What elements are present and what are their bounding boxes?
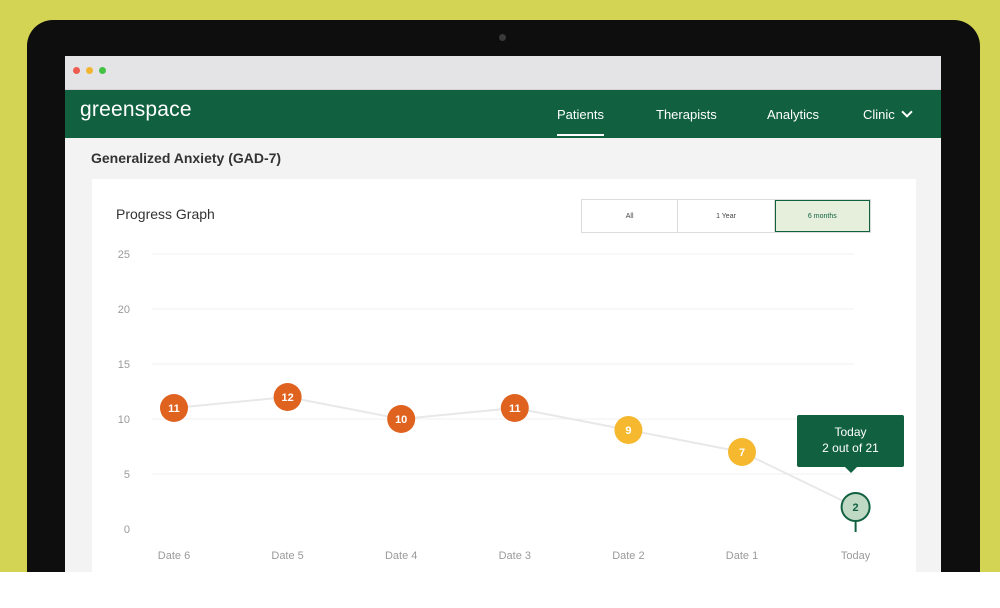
brand-logo[interactable]: greenspace <box>80 98 192 122</box>
range-all-button[interactable]: All <box>582 200 679 232</box>
nav-clinic-dropdown[interactable]: Clinic <box>863 106 913 122</box>
nav-clinic-label: Clinic <box>863 107 895 122</box>
close-window-button[interactable] <box>73 67 80 74</box>
data-point-label: 7 <box>739 447 745 459</box>
chevron-down-icon <box>901 106 913 118</box>
y-tick-label: 20 <box>118 304 130 316</box>
window-titlebar <box>65 56 941 90</box>
tooltip-title: Today <box>834 425 867 439</box>
laptop-frame: greenspace Patients Therapists Analytics… <box>27 20 980 572</box>
tooltip-value: 2 out of 21 <box>822 441 879 455</box>
data-point-label: 11 <box>168 403 180 415</box>
x-tick-label: Date 6 <box>158 550 190 562</box>
range-1-year-button[interactable]: 1 Year <box>678 200 775 232</box>
nav-analytics[interactable]: Analytics <box>767 107 819 122</box>
app-window: greenspace Patients Therapists Analytics… <box>65 56 941 572</box>
y-tick-label: 15 <box>118 359 130 371</box>
maximize-window-button[interactable] <box>99 67 106 74</box>
y-tick-label: 25 <box>118 249 130 261</box>
minimize-window-button[interactable] <box>86 67 93 74</box>
data-point-label: 12 <box>281 392 293 404</box>
data-point-label: 9 <box>625 425 631 437</box>
x-tick-label: Today <box>841 550 871 562</box>
data-point-label: 11 <box>509 403 521 415</box>
progress-chart: 0 5 10 15 20 25 Date 6 Date 5 Date 4 Date 3 Date 2… <box>118 249 871 562</box>
y-tick-label: 5 <box>124 469 130 481</box>
x-tick-label: Date 1 <box>726 550 758 562</box>
x-tick-label: Date 5 <box>271 550 303 562</box>
nav-therapists[interactable]: Therapists <box>656 107 717 122</box>
nav-patients[interactable]: Patients <box>557 107 604 136</box>
progress-graph-card: 0 5 10 15 20 25 Date 6 Date 5 Date 4 Date 3 Date 2… <box>92 179 916 572</box>
data-point-tooltip: Today 2 out of 21 <box>797 415 904 473</box>
card-title: Progress Graph <box>116 206 215 222</box>
x-tick-label: Date 4 <box>385 550 417 562</box>
top-navbar: greenspace Patients Therapists Analytics… <box>65 90 941 138</box>
page-title: Generalized Anxiety (GAD-7) <box>91 150 282 166</box>
x-tick-label: Date 2 <box>612 550 644 562</box>
data-point-label: 2 <box>853 502 859 514</box>
y-tick-label: 10 <box>118 414 130 426</box>
data-point-label: 10 <box>395 414 407 426</box>
range-filter: All 1 Year 6 months <box>581 199 871 233</box>
range-6-months-button[interactable]: 6 months <box>774 200 870 232</box>
x-tick-label: Date 3 <box>499 550 531 562</box>
y-tick-label: 0 <box>124 524 130 536</box>
camera-icon <box>499 34 506 41</box>
